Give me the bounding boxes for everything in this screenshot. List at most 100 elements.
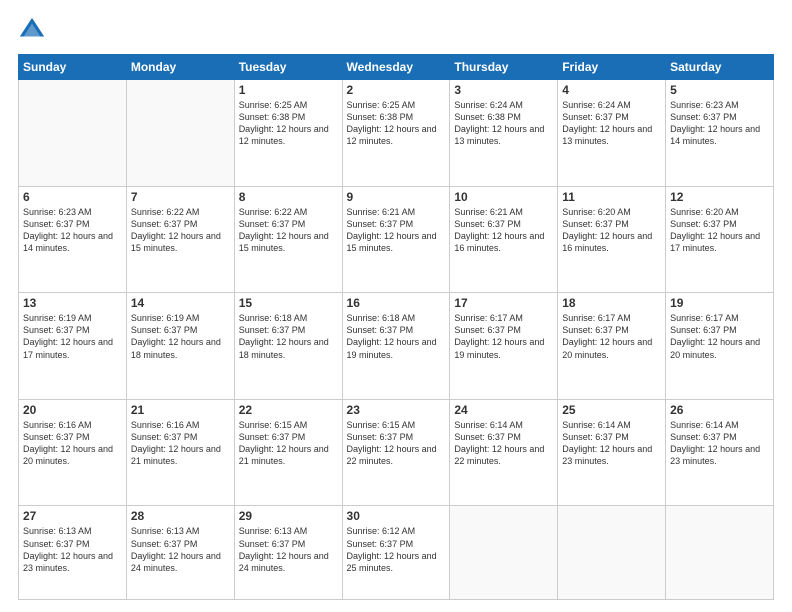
weekday-header-sunday: Sunday: [19, 55, 127, 80]
calendar-cell: 18 Sunrise: 6:17 AM Sunset: 6:37 PM Dayli…: [558, 293, 666, 400]
day-number: 17: [454, 296, 553, 310]
calendar-cell: 20 Sunrise: 6:16 AM Sunset: 6:37 PM Dayli…: [19, 399, 127, 506]
day-number: 30: [347, 509, 446, 523]
calendar-header: SundayMondayTuesdayWednesdayThursdayFrid…: [19, 55, 774, 80]
calendar-cell: 6 Sunrise: 6:23 AM Sunset: 6:37 PM Daylig…: [19, 186, 127, 293]
day-info: Sunrise: 6:18 AM Sunset: 6:37 PM Dayligh…: [347, 312, 446, 361]
weekday-header-wednesday: Wednesday: [342, 55, 450, 80]
calendar-cell: 11 Sunrise: 6:20 AM Sunset: 6:37 PM Dayli…: [558, 186, 666, 293]
day-info: Sunrise: 6:23 AM Sunset: 6:37 PM Dayligh…: [670, 99, 769, 148]
day-info: Sunrise: 6:17 AM Sunset: 6:37 PM Dayligh…: [454, 312, 553, 361]
day-info: Sunrise: 6:19 AM Sunset: 6:37 PM Dayligh…: [131, 312, 230, 361]
day-info: Sunrise: 6:16 AM Sunset: 6:37 PM Dayligh…: [131, 419, 230, 468]
calendar-cell: 10 Sunrise: 6:21 AM Sunset: 6:37 PM Dayli…: [450, 186, 558, 293]
day-info: Sunrise: 6:23 AM Sunset: 6:37 PM Dayligh…: [23, 206, 122, 255]
day-number: 23: [347, 403, 446, 417]
day-number: 9: [347, 190, 446, 204]
weekday-header-saturday: Saturday: [666, 55, 774, 80]
day-info: Sunrise: 6:19 AM Sunset: 6:37 PM Dayligh…: [23, 312, 122, 361]
calendar-cell: 27Sunrise: 6:13 AM Sunset: 6:37 PM Dayli…: [19, 506, 127, 600]
calendar-week-row: 27Sunrise: 6:13 AM Sunset: 6:37 PM Dayli…: [19, 506, 774, 600]
day-number: 7: [131, 190, 230, 204]
day-number: 11: [562, 190, 661, 204]
calendar-week-row: 20 Sunrise: 6:16 AM Sunset: 6:37 PM Dayli…: [19, 399, 774, 506]
day-info: Sunrise: 6:14 AM Sunset: 6:37 PM Dayligh…: [670, 419, 769, 468]
calendar-cell: 24 Sunrise: 6:14 AM Sunset: 6:37 PM Dayli…: [450, 399, 558, 506]
calendar-cell: [19, 80, 127, 187]
calendar-cell: 13 Sunrise: 6:19 AM Sunset: 6:37 PM Dayli…: [19, 293, 127, 400]
calendar-cell: 4 Sunrise: 6:24 AM Sunset: 6:37 PM Daylig…: [558, 80, 666, 187]
weekday-row: SundayMondayTuesdayWednesdayThursdayFrid…: [19, 55, 774, 80]
day-info: Sunrise: 6:18 AM Sunset: 6:37 PM Dayligh…: [239, 312, 338, 361]
day-number: 8: [239, 190, 338, 204]
logo: [18, 16, 50, 44]
calendar-cell: 2 Sunrise: 6:25 AM Sunset: 6:38 PM Daylig…: [342, 80, 450, 187]
calendar-cell: [666, 506, 774, 600]
day-number: 25: [562, 403, 661, 417]
calendar-cell: 15 Sunrise: 6:18 AM Sunset: 6:37 PM Dayli…: [234, 293, 342, 400]
day-info: Sunrise: 6:25 AM Sunset: 6:38 PM Dayligh…: [347, 99, 446, 148]
day-info: Sunrise: 6:13 AM Sunset: 6:37 PM Dayligh…: [23, 525, 122, 574]
calendar-cell: [558, 506, 666, 600]
day-info: Sunrise: 6:15 AM Sunset: 6:37 PM Dayligh…: [239, 419, 338, 468]
calendar-week-row: 13 Sunrise: 6:19 AM Sunset: 6:37 PM Dayli…: [19, 293, 774, 400]
calendar-cell: [450, 506, 558, 600]
day-info: Sunrise: 6:16 AM Sunset: 6:37 PM Dayligh…: [23, 419, 122, 468]
day-info: Sunrise: 6:15 AM Sunset: 6:37 PM Dayligh…: [347, 419, 446, 468]
day-info: Sunrise: 6:24 AM Sunset: 6:37 PM Dayligh…: [562, 99, 661, 148]
day-number: 24: [454, 403, 553, 417]
calendar-body: 1 Sunrise: 6:25 AM Sunset: 6:38 PM Daylig…: [19, 80, 774, 600]
calendar-cell: 17 Sunrise: 6:17 AM Sunset: 6:37 PM Dayli…: [450, 293, 558, 400]
calendar-cell: 23 Sunrise: 6:15 AM Sunset: 6:37 PM Dayli…: [342, 399, 450, 506]
calendar-cell: 1Sunrise: 6:25 AM Sunset: 6:38 PM Daylig…: [234, 80, 342, 187]
day-number: 3: [454, 83, 553, 97]
page: SundayMondayTuesdayWednesdayThursdayFrid…: [0, 0, 792, 612]
day-info: Sunrise: 6:20 AM Sunset: 6:37 PM Dayligh…: [670, 206, 769, 255]
day-info: Sunrise: 6:22 AM Sunset: 6:37 PM Dayligh…: [131, 206, 230, 255]
calendar-cell: 3 Sunrise: 6:24 AM Sunset: 6:38 PM Daylig…: [450, 80, 558, 187]
day-number: 6: [23, 190, 122, 204]
calendar-cell: 12 Sunrise: 6:20 AM Sunset: 6:37 PM Dayli…: [666, 186, 774, 293]
day-number: 5: [670, 83, 769, 97]
day-info: Sunrise: 6:12 AM Sunset: 6:37 PM Dayligh…: [347, 525, 446, 574]
day-info: Sunrise: 6:21 AM Sunset: 6:37 PM Dayligh…: [454, 206, 553, 255]
calendar-cell: 29Sunrise: 6:13 AM Sunset: 6:37 PM Dayli…: [234, 506, 342, 600]
calendar-week-row: 1 Sunrise: 6:25 AM Sunset: 6:38 PM Daylig…: [19, 80, 774, 187]
day-number: 28: [131, 509, 230, 523]
day-info: Sunrise: 6:20 AM Sunset: 6:37 PM Dayligh…: [562, 206, 661, 255]
calendar-cell: 30 Sunrise: 6:12 AM Sunset: 6:37 PM Dayli…: [342, 506, 450, 600]
calendar-table: SundayMondayTuesdayWednesdayThursdayFrid…: [18, 54, 774, 600]
day-number: 15: [239, 296, 338, 310]
weekday-header-tuesday: Tuesday: [234, 55, 342, 80]
calendar-cell: 7 Sunrise: 6:22 AM Sunset: 6:37 PM Daylig…: [126, 186, 234, 293]
weekday-header-monday: Monday: [126, 55, 234, 80]
day-info: Sunrise: 6:14 AM Sunset: 6:37 PM Dayligh…: [454, 419, 553, 468]
logo-icon: [18, 16, 46, 44]
day-info: Sunrise: 6:17 AM Sunset: 6:37 PM Dayligh…: [670, 312, 769, 361]
day-number: 2: [347, 83, 446, 97]
day-number: 26: [670, 403, 769, 417]
day-number: 18: [562, 296, 661, 310]
calendar-cell: 14 Sunrise: 6:19 AM Sunset: 6:37 PM Dayli…: [126, 293, 234, 400]
day-number: 13: [23, 296, 122, 310]
day-info: Sunrise: 6:24 AM Sunset: 6:38 PM Dayligh…: [454, 99, 553, 148]
weekday-header-thursday: Thursday: [450, 55, 558, 80]
calendar-cell: 25 Sunrise: 6:14 AM Sunset: 6:37 PM Dayli…: [558, 399, 666, 506]
day-info: Sunrise: 6:17 AM Sunset: 6:37 PM Dayligh…: [562, 312, 661, 361]
day-info: Sunrise: 6:22 AM Sunset: 6:37 PM Dayligh…: [239, 206, 338, 255]
day-number: 1: [239, 83, 338, 97]
calendar-cell: 5 Sunrise: 6:23 AM Sunset: 6:37 PM Daylig…: [666, 80, 774, 187]
calendar-cell: 21Sunrise: 6:16 AM Sunset: 6:37 PM Dayli…: [126, 399, 234, 506]
day-number: 10: [454, 190, 553, 204]
day-number: 12: [670, 190, 769, 204]
calendar-cell: 19 Sunrise: 6:17 AM Sunset: 6:37 PM Dayli…: [666, 293, 774, 400]
day-info: Sunrise: 6:14 AM Sunset: 6:37 PM Dayligh…: [562, 419, 661, 468]
day-number: 19: [670, 296, 769, 310]
day-number: 4: [562, 83, 661, 97]
day-number: 20: [23, 403, 122, 417]
day-info: Sunrise: 6:21 AM Sunset: 6:37 PM Dayligh…: [347, 206, 446, 255]
day-number: 22: [239, 403, 338, 417]
header: [18, 16, 774, 44]
day-number: 14: [131, 296, 230, 310]
calendar-cell: [126, 80, 234, 187]
